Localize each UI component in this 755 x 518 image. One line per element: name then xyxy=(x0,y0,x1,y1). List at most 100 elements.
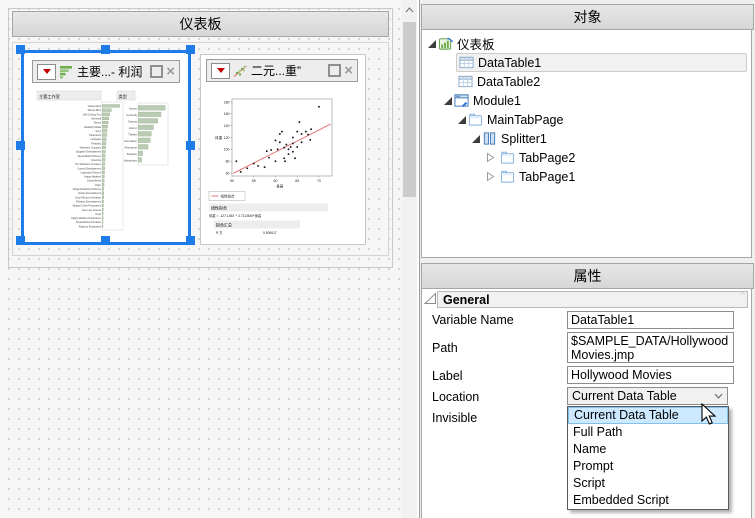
tile1-header[interactable]: 主要...- 利润 × xyxy=(32,60,180,83)
svg-text:Spyglass Entertainment: Spyglass Entertainment xyxy=(76,151,102,154)
resize-handle-e[interactable] xyxy=(186,141,195,150)
svg-text:Columbia: Columbia xyxy=(91,159,102,162)
dropdown-option-script[interactable]: Script xyxy=(568,475,728,492)
maximize-icon[interactable] xyxy=(328,64,341,77)
tree-item-label: TabPage2 xyxy=(519,151,575,165)
expander-open-icon[interactable] xyxy=(428,40,436,48)
location-combobox-value: Current Data Table xyxy=(572,389,677,403)
tree-item-label: Module1 xyxy=(473,94,521,108)
tree-item-label: DataTable2 xyxy=(477,75,540,89)
mouse-cursor xyxy=(701,403,721,427)
svg-text:60: 60 xyxy=(226,171,230,175)
tree-item-label: 仪表板 xyxy=(457,34,495,53)
tree-item-tabpage2[interactable]: TabPage2 xyxy=(422,148,751,167)
svg-text:线性拟合: 线性拟合 xyxy=(221,193,235,198)
module-icon xyxy=(454,93,469,108)
resize-handle-nw[interactable] xyxy=(16,45,25,54)
close-icon[interactable]: × xyxy=(344,64,353,77)
table-icon xyxy=(459,55,474,70)
expander-open-icon[interactable] xyxy=(472,135,480,143)
resize-handle-ne[interactable] xyxy=(186,45,195,54)
section-expander-icon[interactable] xyxy=(424,292,437,305)
tree-item-maintabpage[interactable]: MainTabPage xyxy=(422,110,751,129)
dropdown-option-prompt[interactable]: Prompt xyxy=(568,458,728,475)
svg-text:DreamWorks Pictures: DreamWorks Pictures xyxy=(78,155,102,158)
svg-text:Relativity: Relativity xyxy=(91,142,102,145)
dashboard-canvas[interactable]: 仪表板 主要...- 利润 × 主要工作室IndependentWarner B… xyxy=(0,0,402,518)
scatter-fit-icon xyxy=(233,64,248,78)
variable-name-label: Variable Name xyxy=(432,313,514,327)
svg-text:Lionsgate: Lionsgate xyxy=(91,138,102,141)
tile2-scatter-thumbnail: 6080100120140160180体重5055606570身高线性拟合线性拟… xyxy=(206,85,358,237)
svg-text:70: 70 xyxy=(317,179,321,183)
svg-text:R 方: R 方 xyxy=(216,230,223,235)
tree-item-label: MainTabPage xyxy=(487,113,563,127)
svg-text:20th Century Fox: 20th Century Fox xyxy=(83,113,102,116)
scrollbar-thumb[interactable] xyxy=(403,22,416,197)
objects-tree[interactable]: 仪表板 DataTable1 DataTable2 Module1 xyxy=(421,29,752,258)
svg-text:Regency Enterprises: Regency Enterprises xyxy=(79,225,102,228)
objects-panel-title: 对象 xyxy=(574,7,602,27)
svg-text:Horror: Horror xyxy=(129,126,137,130)
maximize-icon[interactable] xyxy=(150,65,163,78)
expander-open-icon[interactable] xyxy=(444,97,452,105)
svg-text:180: 180 xyxy=(224,100,230,104)
svg-text:Weinstein Company: Weinstein Company xyxy=(80,147,102,150)
tree-item-dashboard[interactable]: 仪表板 xyxy=(422,34,751,53)
dropdown-option-embedded-script[interactable]: Embedded Script xyxy=(568,492,728,509)
svg-text:主要工作室: 主要工作室 xyxy=(39,93,60,100)
svg-text:Sony: Sony xyxy=(96,130,102,133)
svg-text:160: 160 xyxy=(224,112,230,116)
tree-item-label: TabPage1 xyxy=(519,170,575,184)
path-input[interactable]: $SAMPLE_DATA/Hollywood Movies.jmp xyxy=(567,332,734,363)
properties-panel-header: 属性 xyxy=(421,263,754,289)
svg-text:Animation: Animation xyxy=(124,139,137,143)
svg-text:身高: 身高 xyxy=(276,184,284,189)
svg-text:0.500617: 0.500617 xyxy=(263,231,277,235)
dashboard-title-bar: 仪表板 xyxy=(12,11,389,37)
close-icon[interactable]: × xyxy=(166,65,175,78)
scrollbar-up-arrow[interactable] xyxy=(402,2,417,17)
dashboard-icon xyxy=(438,36,453,51)
tree-item-label: Splitter1 xyxy=(501,132,547,146)
bar-chart-icon xyxy=(59,65,74,79)
tree-item-module1[interactable]: Module1 xyxy=(422,91,751,110)
svg-text:DreamWorks Animation: DreamWorks Animation xyxy=(76,221,102,224)
resize-handle-n[interactable] xyxy=(101,45,110,54)
svg-text:Morgan Creek Productions: Morgan Creek Productions xyxy=(73,205,102,208)
expander-open-icon[interactable] xyxy=(458,116,466,124)
red-triangle-icon xyxy=(43,69,51,74)
expander-closed-icon[interactable] xyxy=(486,152,496,163)
svg-text:Action: Action xyxy=(129,106,137,110)
resize-handle-sw[interactable] xyxy=(16,236,25,245)
svg-text:Virgin: Virgin xyxy=(95,184,102,187)
svg-text:The Weinstein Company: The Weinstein Company xyxy=(75,163,102,166)
objects-panel-header: 对象 xyxy=(421,4,754,30)
tile2-header[interactable]: 二元...重” × xyxy=(206,59,358,82)
red-triangle-menu-button[interactable] xyxy=(37,64,56,80)
svg-text:Disney: Disney xyxy=(94,122,102,125)
tree-item-datatable1[interactable]: DataTable1 xyxy=(456,53,747,72)
general-section-header[interactable]: General xyxy=(437,291,748,308)
dashboard-title: 仪表板 xyxy=(180,14,222,34)
tile1-title: 主要...- 利润 xyxy=(77,63,147,80)
resize-handle-w[interactable] xyxy=(16,141,25,150)
resize-handle-se[interactable] xyxy=(186,236,195,245)
label-input[interactable] xyxy=(567,366,734,384)
svg-text:New Line Cinema: New Line Cinema xyxy=(82,209,102,212)
invisible-label: Invisible xyxy=(432,411,477,425)
expander-closed-icon[interactable] xyxy=(486,171,496,182)
svg-text:Fantasy: Fantasy xyxy=(127,152,138,156)
tree-item-splitter1[interactable]: Splitter1 xyxy=(422,129,751,148)
splitter-icon xyxy=(482,131,497,146)
variable-name-input[interactable] xyxy=(567,311,734,329)
red-triangle-menu-button[interactable] xyxy=(211,63,230,79)
svg-text:65: 65 xyxy=(295,179,299,183)
svg-text:Vertigo Entertainment: Vertigo Entertainment xyxy=(78,192,101,195)
dropdown-option-name[interactable]: Name xyxy=(568,441,728,458)
svg-text:Sony Pictures Animation: Sony Pictures Animation xyxy=(75,196,102,199)
svg-text:Reliance Entertainment: Reliance Entertainment xyxy=(76,200,101,203)
tree-item-tabpage1[interactable]: TabPage1 xyxy=(422,167,751,186)
tabpage-icon xyxy=(500,169,515,184)
tree-item-datatable2[interactable]: DataTable2 xyxy=(422,72,751,91)
